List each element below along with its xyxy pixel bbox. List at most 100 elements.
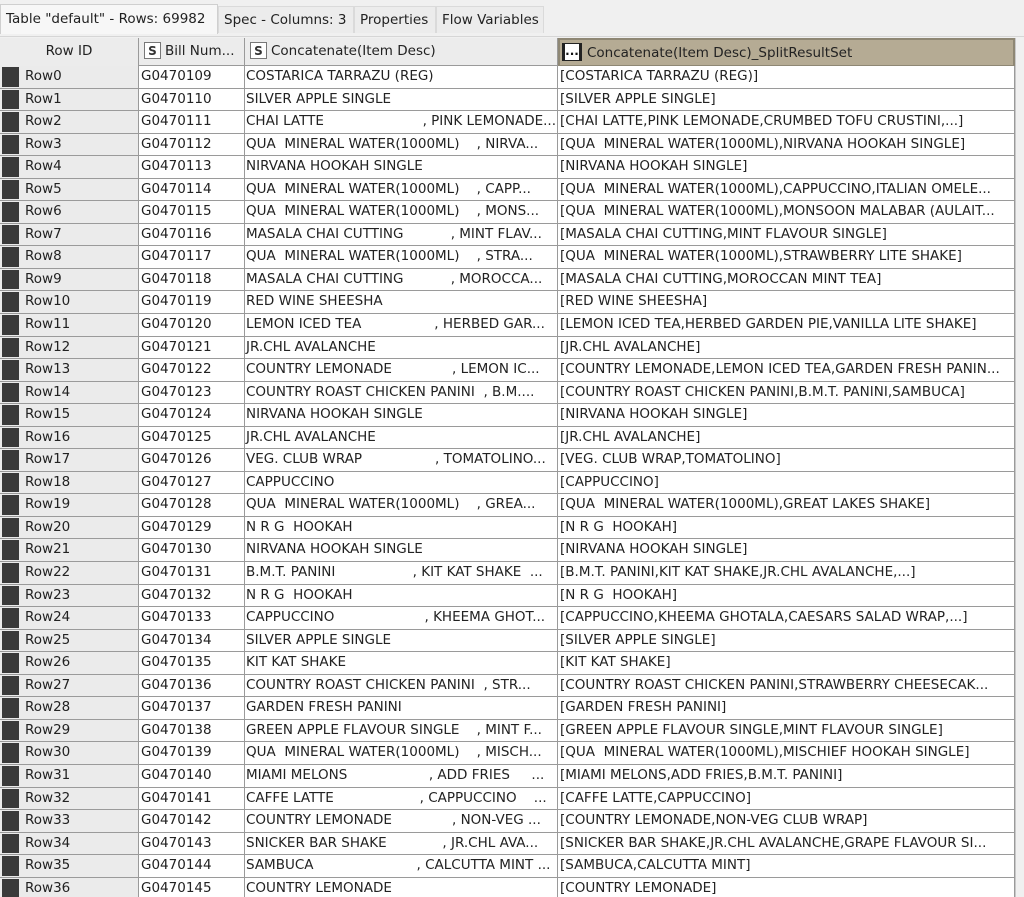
item-desc-cell[interactable]: COUNTRY LEMONADE , LEMON IC... <box>245 359 558 381</box>
split-result-cell[interactable]: [GREEN APPLE FLAVOUR SINGLE,MINT FLAVOUR… <box>558 719 1015 742</box>
table-row[interactable]: Row22 G0470131 B.M.T. PANINI , KIT KAT SHA… <box>0 562 1015 585</box>
split-result-cell[interactable]: [QUA MINERAL WATER(1000ML),NIRVANA HOOKA… <box>558 133 1015 156</box>
tab-spec[interactable]: Spec - Columns: 3 <box>218 6 354 33</box>
bill-number-cell[interactable]: G0470143 <box>139 832 245 855</box>
bill-number-cell[interactable]: G0470134 <box>139 629 245 652</box>
table-row[interactable]: Row16 G0470125 JR.CHL AVALANCHE [JR.CHL AVA… <box>0 426 1015 450</box>
bill-number-cell[interactable]: G0470145 <box>139 877 245 897</box>
row-id-cell[interactable]: Row22 <box>0 562 139 584</box>
row-id-cell[interactable]: Row4 <box>0 156 139 178</box>
table-row[interactable]: Row21 G0470130 NIRVANA HOOKAH SINGLE [NIRVA… <box>0 539 1015 563</box>
bill-number-cell[interactable]: G0470128 <box>139 494 245 516</box>
table-row[interactable]: Row18 G0470127 CAPPUCCINO [CAPPUCCINO] <box>0 471 1015 495</box>
table-row[interactable]: Row17 G0470126 VEG. CLUB WRAP , TOMATOLINO… <box>0 449 1015 472</box>
item-desc-cell[interactable]: SILVER APPLE SINGLE <box>245 629 558 652</box>
item-desc-cell[interactable]: NIRVANA HOOKAH SINGLE <box>245 539 558 562</box>
table-row[interactable]: Row28 G0470137 GARDEN FRESH PANINI [GARDEN … <box>0 697 1015 720</box>
table-row[interactable]: Row24 G0470133 CAPPUCCINO , KHEEMA GHOT...… <box>0 607 1015 630</box>
item-desc-cell[interactable]: COSTARICA TARRAZU (REG) <box>245 66 558 88</box>
bill-number-cell[interactable]: G0470141 <box>139 787 245 810</box>
table-row[interactable]: Row0 G0470109 COSTARICA TARRAZU (REG) [COST… <box>0 66 1015 89</box>
column-header-bill-number[interactable]: S Bill Num... <box>139 38 245 66</box>
item-desc-cell[interactable]: QUA MINERAL WATER(1000ML) , GREA... <box>245 494 558 516</box>
item-desc-cell[interactable]: MASALA CHAI CUTTING , MOROCCA... <box>245 268 558 291</box>
bill-number-cell[interactable]: G0470144 <box>139 855 245 877</box>
item-desc-cell[interactable]: B.M.T. PANINI , KIT KAT SHAKE ... <box>245 562 558 584</box>
row-id-cell[interactable]: Row23 <box>0 584 139 607</box>
bill-number-cell[interactable]: G0470133 <box>139 607 245 629</box>
table-row[interactable]: Row27 G0470136 COUNTRY ROAST CHICKEN PANIN… <box>0 674 1015 698</box>
split-result-cell[interactable]: [COSTARICA TARRAZU (REG)] <box>558 66 1015 88</box>
bill-number-cell[interactable]: G0470131 <box>139 562 245 584</box>
item-desc-cell[interactable]: N R G HOOKAH <box>245 516 558 539</box>
row-id-cell[interactable]: Row15 <box>0 404 139 426</box>
table-row[interactable]: Row25 G0470134 SILVER APPLE SINGLE [SILVER … <box>0 629 1015 653</box>
split-result-cell[interactable]: [B.M.T. PANINI,KIT KAT SHAKE,JR.CHL AVAL… <box>558 562 1015 584</box>
row-id-cell[interactable]: Row9 <box>0 268 139 291</box>
table-row[interactable]: Row1 G0470110 SILVER APPLE SINGLE [SILVER A… <box>0 88 1015 112</box>
item-desc-cell[interactable]: QUA MINERAL WATER(1000ML) , MONS... <box>245 201 558 223</box>
split-result-cell[interactable]: [MASALA CHAI CUTTING,MINT FLAVOUR SINGLE… <box>558 223 1015 246</box>
row-id-cell[interactable]: Row36 <box>0 877 139 897</box>
item-desc-cell[interactable]: RED WINE SHEESHA <box>245 291 558 314</box>
bill-number-cell[interactable]: G0470113 <box>139 156 245 178</box>
item-desc-cell[interactable]: COUNTRY ROAST CHICKEN PANINI , B.M.... <box>245 381 558 404</box>
item-desc-cell[interactable]: COUNTRY ROAST CHICKEN PANINI , STR... <box>245 674 558 697</box>
table-row[interactable]: Row31 G0470140 MIAMI MELONS , ADD FRIES ..… <box>0 764 1015 788</box>
table-row[interactable]: Row33 G0470142 COUNTRY LEMONADE , NON-VEG … <box>0 810 1015 833</box>
table-row[interactable]: Row4 G0470113 NIRVANA HOOKAH SINGLE [NIRVAN… <box>0 156 1015 179</box>
item-desc-cell[interactable]: SILVER APPLE SINGLE <box>245 88 558 111</box>
split-result-cell[interactable]: [CAFFE LATTE,CAPPUCCINO] <box>558 787 1015 810</box>
row-id-cell[interactable]: Row3 <box>0 133 139 156</box>
row-id-cell[interactable]: Row28 <box>0 697 139 719</box>
bill-number-cell[interactable]: G0470125 <box>139 426 245 449</box>
item-desc-cell[interactable]: CAPPUCCINO <box>245 471 558 494</box>
row-id-cell[interactable]: Row25 <box>0 629 139 652</box>
split-result-cell[interactable]: [CHAI LATTE,PINK LEMONADE,CRUMBED TOFU C… <box>558 111 1015 133</box>
bill-number-cell[interactable]: G0470123 <box>139 381 245 404</box>
table-row[interactable]: Row23 G0470132 N R G HOOKAH [N R G HOOKAH] <box>0 584 1015 608</box>
bill-number-cell[interactable]: G0470126 <box>139 449 245 471</box>
row-id-cell[interactable]: Row31 <box>0 764 139 787</box>
row-id-cell[interactable]: Row19 <box>0 494 139 516</box>
split-result-cell[interactable]: [CAPPUCCINO] <box>558 471 1015 494</box>
row-id-cell[interactable]: Row17 <box>0 449 139 471</box>
table-row[interactable]: Row11 G0470120 LEMON ICED TEA , HERBED GAR… <box>0 314 1015 337</box>
split-result-cell[interactable]: [N R G HOOKAH] <box>558 584 1015 607</box>
row-id-cell[interactable]: Row0 <box>0 66 139 88</box>
row-id-cell[interactable]: Row30 <box>0 742 139 764</box>
row-id-cell[interactable]: Row13 <box>0 359 139 381</box>
bill-number-cell[interactable]: G0470122 <box>139 359 245 381</box>
split-result-cell[interactable]: [N R G HOOKAH] <box>558 516 1015 539</box>
bill-number-cell[interactable]: G0470142 <box>139 810 245 832</box>
row-id-cell[interactable]: Row26 <box>0 652 139 674</box>
bill-number-cell[interactable]: G0470130 <box>139 539 245 562</box>
row-id-cell[interactable]: Row32 <box>0 787 139 810</box>
item-desc-cell[interactable]: COUNTRY LEMONADE , NON-VEG ... <box>245 810 558 832</box>
column-header-split-result-set[interactable]: ... Concatenate(Item Desc)_SplitResultSet <box>558 38 1015 66</box>
bill-number-cell[interactable]: G0470137 <box>139 697 245 719</box>
table-row[interactable]: Row9 G0470118 MASALA CHAI CUTTING , MOROCC… <box>0 268 1015 292</box>
bill-number-cell[interactable]: G0470120 <box>139 314 245 336</box>
item-desc-cell[interactable]: MASALA CHAI CUTTING , MINT FLAV... <box>245 223 558 246</box>
split-result-cell[interactable]: [QUA MINERAL WATER(1000ML),CAPPUCCINO,IT… <box>558 178 1015 201</box>
table-row[interactable]: Row2 G0470111 CHAI LATTE , PINK LEMONADE..… <box>0 111 1015 134</box>
item-desc-cell[interactable]: SNICKER BAR SHAKE , JR.CHL AVA... <box>245 832 558 855</box>
table-row[interactable]: Row12 G0470121 JR.CHL AVALANCHE [JR.CHL AVA… <box>0 336 1015 360</box>
row-id-cell[interactable]: Row18 <box>0 471 139 494</box>
table-row[interactable]: Row7 G0470116 MASALA CHAI CUTTING , MINT F… <box>0 223 1015 247</box>
item-desc-cell[interactable]: LEMON ICED TEA , HERBED GAR... <box>245 314 558 336</box>
table-row[interactable]: Row35 G0470144 SAMBUCA , CALCUTTA MINT ...… <box>0 855 1015 878</box>
table-row[interactable]: Row5 G0470114 QUA MINERAL WATER(1000ML) , … <box>0 178 1015 202</box>
row-id-cell[interactable]: Row2 <box>0 111 139 133</box>
split-result-cell[interactable]: [CAPPUCCINO,KHEEMA GHOTALA,CAESARS SALAD… <box>558 607 1015 629</box>
bill-number-cell[interactable]: G0470111 <box>139 111 245 133</box>
item-desc-cell[interactable]: QUA MINERAL WATER(1000ML) , STRA... <box>245 246 558 268</box>
bill-number-cell[interactable]: G0470135 <box>139 652 245 674</box>
split-result-cell[interactable]: [VEG. CLUB WRAP,TOMATOLINO] <box>558 449 1015 471</box>
row-id-cell[interactable]: Row11 <box>0 314 139 336</box>
split-result-cell[interactable]: [QUA MINERAL WATER(1000ML),MONSOON MALAB… <box>558 201 1015 223</box>
split-result-cell[interactable]: [COUNTRY LEMONADE,LEMON ICED TEA,GARDEN … <box>558 359 1015 381</box>
item-desc-cell[interactable]: CHAI LATTE , PINK LEMONADE... <box>245 111 558 133</box>
item-desc-cell[interactable]: GREEN APPLE FLAVOUR SINGLE , MINT F... <box>245 719 558 742</box>
